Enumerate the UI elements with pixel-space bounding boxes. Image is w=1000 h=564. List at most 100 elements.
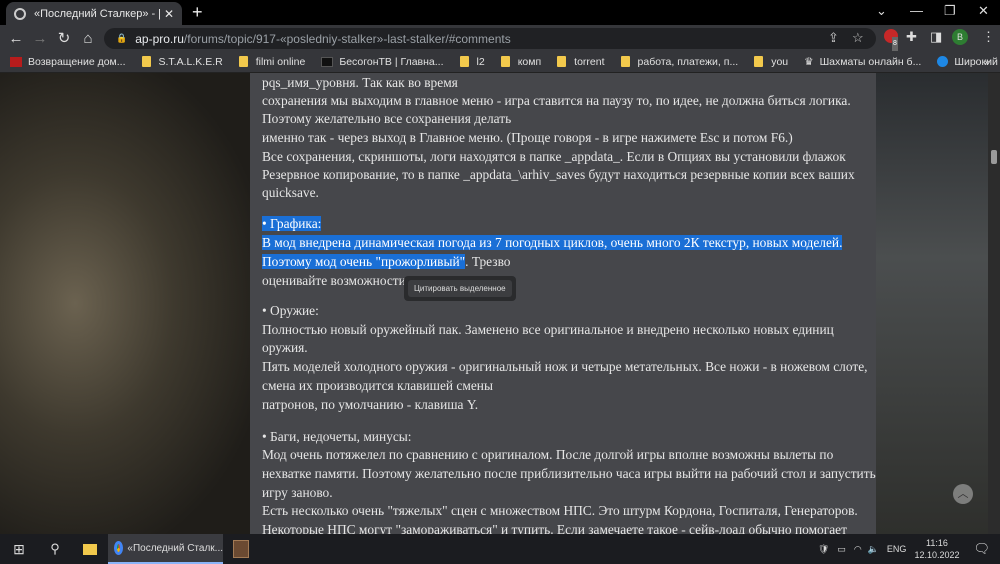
file-explorer-button[interactable] (72, 534, 108, 564)
bookmark-label: filmi online (255, 55, 306, 68)
profile-avatar[interactable]: B (952, 29, 968, 45)
text-line: Резервное копирование, то в папке _appda… (262, 167, 855, 182)
tab-close-icon[interactable]: ✕ (164, 7, 174, 21)
folder-icon (500, 56, 510, 67)
bookmark-label: Шахматы онлайн б... (819, 55, 922, 68)
ext-badge: 8 (892, 37, 898, 51)
folder-icon (459, 56, 469, 67)
chess-crown-icon: ♛ (804, 55, 814, 68)
start-button[interactable]: ⊞ (0, 534, 38, 564)
text-line: Все сохранения, скриншоты, логи находятс… (262, 149, 846, 164)
bookmark-folder[interactable]: комп (500, 55, 542, 68)
text-line: pqs_имя_уровня. Так как во время (262, 75, 458, 90)
graphics-line: Поэтому мод очень "прожорливый". Трезво (262, 253, 511, 271)
tab-active[interactable]: «Последний Сталкер» - [Last Sta ✕ (6, 2, 182, 25)
new-tab-button[interactable]: + (192, 2, 203, 23)
selected-text: • Графика: (262, 216, 322, 231)
background-art-right (876, 73, 1000, 534)
tab-title: «Последний Сталкер» - [Last Sta (34, 7, 160, 20)
bookmark-label: S.T.A.L.K.E.R (158, 55, 223, 68)
security-tray-icon[interactable]: 🛡 (818, 544, 829, 555)
side-panel-icon[interactable]: ◨ (930, 29, 942, 45)
bookmark-folder[interactable]: you (754, 56, 788, 68)
site-icon (937, 56, 949, 67)
bookmark-label: Возвращение дом... (28, 55, 126, 68)
text-line: Пять моделей холодного оружия - оригинал… (262, 359, 868, 374)
text-line: патронов, по умолчанию - клавиша Y. (262, 397, 479, 412)
text-line: Полностью новый оружейный пак. Заменено … (262, 322, 834, 337)
folder-icon (557, 56, 567, 67)
tab-strip: «Последний Сталкер» - [Last Sta ✕ + ⌄ — … (0, 0, 1000, 25)
bookmarks-overflow-button[interactable]: » (984, 56, 990, 68)
bookmark-item[interactable]: Широкий выбор к... (937, 56, 1000, 68)
extensions-puzzle-icon[interactable]: ✚ (906, 29, 917, 45)
site-icon (10, 56, 22, 67)
folder-icon (754, 56, 764, 67)
menu-kebab-icon[interactable]: ⋮ (982, 29, 995, 45)
volume-icon[interactable]: 🔈 (868, 544, 879, 555)
battery-tray-icon[interactable]: ▭ (837, 544, 846, 555)
folder-icon (238, 56, 248, 67)
background-art-left (0, 73, 250, 534)
close-window-button[interactable]: ✕ (978, 3, 989, 19)
bookmark-label: БесогонТВ | Главна... (339, 55, 444, 68)
language-indicator[interactable]: ENG (887, 544, 907, 554)
taskbar-window-label: «Последний Сталк... (127, 542, 223, 554)
bookmark-item[interactable]: ♛ Шахматы онлайн б... (804, 56, 921, 68)
adblock-extension-icon[interactable]: 8 (884, 29, 898, 51)
url-host: ap-pro.ru (135, 31, 184, 46)
bookmark-label: Широкий выбор к... (954, 55, 1000, 68)
home-button[interactable]: ⌂ (76, 30, 100, 47)
scroll-to-top-button[interactable]: ︿ (953, 484, 973, 504)
bookmark-folder[interactable]: torrent (557, 55, 605, 68)
taskbar-chrome-window[interactable]: «Последний Сталк... (108, 534, 223, 564)
text-line: нехватке памяти. Поэтому желательно посл… (262, 466, 876, 481)
graphics-line: В мод внедрена динамическая погода из 7 … (262, 234, 843, 252)
lock-icon: 🔒 (116, 33, 128, 43)
graphics-heading: • Графика: (262, 215, 323, 233)
text-line: смена их производится клавишей смены (262, 378, 493, 393)
bookmark-label: torrent (574, 55, 605, 68)
bookmark-label: you (771, 55, 789, 68)
bookmark-folder[interactable]: filmi online (238, 55, 306, 68)
app-icon (233, 540, 249, 558)
wifi-icon[interactable]: ◠ (854, 544, 862, 555)
bookmark-label: комп (517, 55, 542, 68)
windows-taskbar: ⊞ ⚲ «Последний Сталк... 🛡 ▭ ◠ 🔈 ENG 11:1… (0, 534, 1000, 564)
bookmark-folder[interactable]: l2 (459, 56, 485, 68)
clock[interactable]: 11:16 12.10.2022 (914, 537, 959, 561)
web-page: pqs_имя_уровня. Так как во время сохране… (0, 73, 1000, 534)
folder-icon (83, 543, 97, 555)
text-line: Мод очень потяжелел по сравнению с ориги… (262, 447, 834, 462)
folder-icon (141, 56, 151, 67)
quote-selected-button[interactable]: Цитировать выделенное (408, 280, 512, 297)
quote-selection-popup: Цитировать выделенное (404, 276, 516, 301)
bookmark-star-icon[interactable]: ☆ (852, 30, 864, 46)
share-icon[interactable]: ⇪ (828, 30, 839, 46)
bookmark-item[interactable]: БесогонТВ | Главна... (321, 55, 444, 68)
selected-text: Поэтому мод очень "прожорливый" (262, 254, 466, 269)
back-button[interactable]: ← (4, 30, 28, 47)
forward-button[interactable]: → (28, 30, 52, 47)
scrollbar-thumb[interactable] (991, 150, 997, 164)
text-line: Есть несколько очень "тяжелых" сцен с мн… (262, 503, 858, 518)
text-line: сохранения мы выходим в главное меню - и… (262, 93, 851, 108)
minimize-button[interactable]: — (910, 3, 923, 18)
text-line: оружия. (262, 340, 308, 355)
address-bar[interactable]: 🔒 ap-pro.ru /forums/topic/917-«posledniy… (104, 28, 876, 49)
taskbar-app-button[interactable] (223, 534, 259, 564)
selected-text: В мод внедрена динамическая погода из 7 … (262, 235, 843, 250)
bookmark-folder[interactable]: S.T.A.L.K.E.R (141, 55, 223, 68)
bookmark-item[interactable]: Возвращение дом... (10, 56, 126, 68)
folder-icon (620, 56, 630, 67)
reload-button[interactable]: ↻ (52, 29, 76, 47)
search-button[interactable]: ⚲ (38, 534, 72, 564)
text-line: игру заново. (262, 485, 333, 500)
bookmark-folder[interactable]: работа, платежи, п... (620, 56, 738, 68)
notifications-icon[interactable]: 🗨 (973, 541, 990, 557)
tab-search-icon[interactable]: ⌄ (876, 3, 887, 19)
text-line: • Оружие: (262, 303, 319, 318)
page-scrollbar[interactable] (988, 73, 1000, 534)
text: . Трезво (465, 254, 511, 269)
restore-button[interactable]: ❐ (944, 3, 956, 19)
